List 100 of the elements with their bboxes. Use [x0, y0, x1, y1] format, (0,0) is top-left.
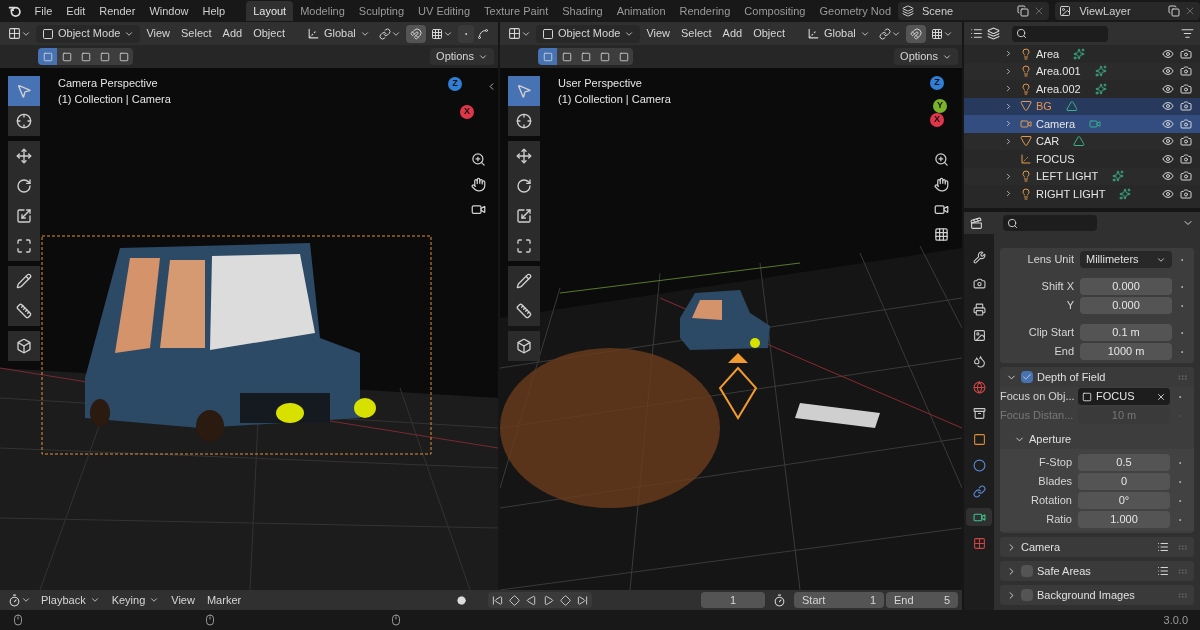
display-mode-icon[interactable] [970, 27, 983, 40]
workspace-tab[interactable]: Geometry Nod [812, 1, 898, 21]
keyframe-next-icon[interactable] [560, 594, 572, 606]
select-mode-button[interactable] [538, 48, 557, 65]
jump-start-icon[interactable] [492, 594, 504, 606]
close-icon[interactable] [1184, 5, 1196, 17]
outliner-row[interactable]: Camera [964, 115, 1200, 133]
tool-button[interactable] [8, 296, 40, 326]
dropdown-field[interactable]: Millimeters [1080, 251, 1172, 268]
select-mode-button[interactable] [557, 48, 576, 65]
visibility-icon[interactable] [1162, 117, 1174, 130]
snap-toggle[interactable] [905, 24, 926, 43]
visibility-icon[interactable] [1162, 65, 1174, 78]
menu-item[interactable]: Select [176, 24, 217, 43]
workspace-tab[interactable]: Layout [246, 1, 294, 21]
workspace-tab[interactable]: Compositing [737, 1, 813, 21]
mode-dropdown[interactable]: Object Mode [536, 24, 641, 43]
end-frame-field[interactable]: End 5 [886, 592, 958, 608]
menu-item[interactable]: Window [142, 2, 196, 20]
select-mode-button[interactable] [38, 48, 57, 65]
tool-button[interactable] [508, 231, 540, 261]
workspace-tab[interactable]: Rendering [672, 1, 738, 21]
tool-button[interactable] [508, 296, 540, 326]
tool-button[interactable] [8, 141, 40, 171]
zoom-icon[interactable] [471, 152, 486, 167]
menu-item[interactable]: Select [676, 24, 717, 43]
visibility-icon[interactable] [1162, 152, 1174, 165]
layers-icon[interactable] [987, 27, 1000, 40]
tool-button[interactable] [508, 141, 540, 171]
logo-icon[interactable] [8, 4, 22, 18]
checkbox[interactable] [1021, 589, 1033, 601]
checkbox[interactable] [1021, 371, 1033, 383]
tool-button[interactable] [508, 266, 540, 296]
render-toggle-icon[interactable] [1180, 170, 1192, 183]
select-mode-button[interactable] [57, 48, 76, 65]
select-mode-button[interactable] [614, 48, 633, 65]
presets-icon[interactable] [1157, 565, 1169, 577]
visibility-icon[interactable] [1162, 100, 1174, 113]
copy-icon[interactable] [1017, 5, 1030, 17]
render-toggle-icon[interactable] [1180, 100, 1192, 113]
orientation-dropdown[interactable]: Global [803, 24, 874, 43]
render-toggle-icon[interactable] [1180, 152, 1192, 165]
tool-button[interactable] [8, 106, 40, 136]
visibility-icon[interactable] [1162, 82, 1174, 95]
hand-icon[interactable] [471, 177, 486, 192]
keyframe-back-icon[interactable] [509, 594, 521, 606]
workspace-tab[interactable]: Animation [609, 1, 673, 21]
tool-button[interactable] [508, 331, 540, 361]
menu-item[interactable]: Edit [59, 2, 93, 20]
camera-view-icon[interactable] [934, 202, 949, 217]
number-field[interactable]: 0.1 m [1080, 324, 1172, 341]
zoom-icon[interactable] [934, 152, 949, 167]
render-toggle-icon[interactable] [1180, 117, 1192, 130]
tool-button[interactable] [8, 231, 40, 261]
workspace-tab[interactable]: Shading [555, 1, 610, 21]
menu-item[interactable]: Keying [105, 591, 166, 609]
object-field[interactable]: FOCUS [1078, 388, 1170, 405]
workspace-tab[interactable]: Texture Paint [477, 1, 556, 21]
camera-view-icon[interactable] [471, 202, 486, 217]
hand-icon[interactable] [934, 177, 949, 192]
menu-item[interactable]: Add [717, 24, 748, 43]
menu-item[interactable]: File [27, 2, 60, 20]
tool-button[interactable] [8, 331, 40, 361]
clear-icon[interactable] [1156, 391, 1166, 402]
menu-item[interactable]: Render [92, 2, 143, 20]
render-toggle-icon[interactable] [1180, 135, 1192, 148]
current-frame-field[interactable]: 1 [701, 592, 765, 608]
number-field[interactable]: 0.5 [1078, 454, 1170, 471]
filter-icon[interactable] [1181, 27, 1194, 40]
timer-icon[interactable] [773, 593, 786, 607]
play-reverse-icon[interactable] [526, 594, 538, 606]
workspace-tab[interactable]: Modeling [293, 1, 352, 21]
menu-item[interactable]: View [641, 24, 676, 43]
copy-icon[interactable] [1168, 5, 1180, 17]
tool-button[interactable] [8, 266, 40, 296]
number-field[interactable]: 0.000 [1080, 278, 1172, 295]
menu-item[interactable]: Help [195, 2, 233, 20]
view-layer-selector[interactable]: ViewLayer [1055, 2, 1200, 20]
number-field[interactable]: 0 [1078, 473, 1170, 490]
menu-item[interactable]: Marker [200, 591, 248, 609]
visibility-icon[interactable] [1162, 47, 1174, 60]
tool-button[interactable] [508, 106, 540, 136]
mode-dropdown[interactable]: Object Mode [36, 24, 141, 43]
number-field[interactable]: 1.000 [1078, 511, 1170, 528]
snap-toggle[interactable] [405, 24, 426, 43]
editor-type-icon[interactable] [970, 216, 983, 230]
number-field[interactable]: 0.000 [1080, 297, 1172, 314]
properties-tab[interactable] [966, 508, 992, 526]
menu-item[interactable]: Object [248, 24, 290, 43]
menu-item[interactable]: Playback [35, 591, 106, 609]
search-field[interactable] [1012, 25, 1108, 42]
number-field[interactable]: 1000 m [1080, 343, 1172, 360]
play-icon[interactable] [543, 594, 555, 606]
number-field[interactable]: 0° [1078, 492, 1170, 509]
visibility-icon[interactable] [1162, 135, 1174, 148]
render-toggle-icon[interactable] [1180, 82, 1192, 95]
proportional-toggle[interactable] [457, 24, 474, 43]
scene-selector[interactable]: Scene [898, 2, 1050, 20]
record-icon[interactable] [457, 595, 467, 605]
checkbox[interactable] [1021, 565, 1033, 577]
